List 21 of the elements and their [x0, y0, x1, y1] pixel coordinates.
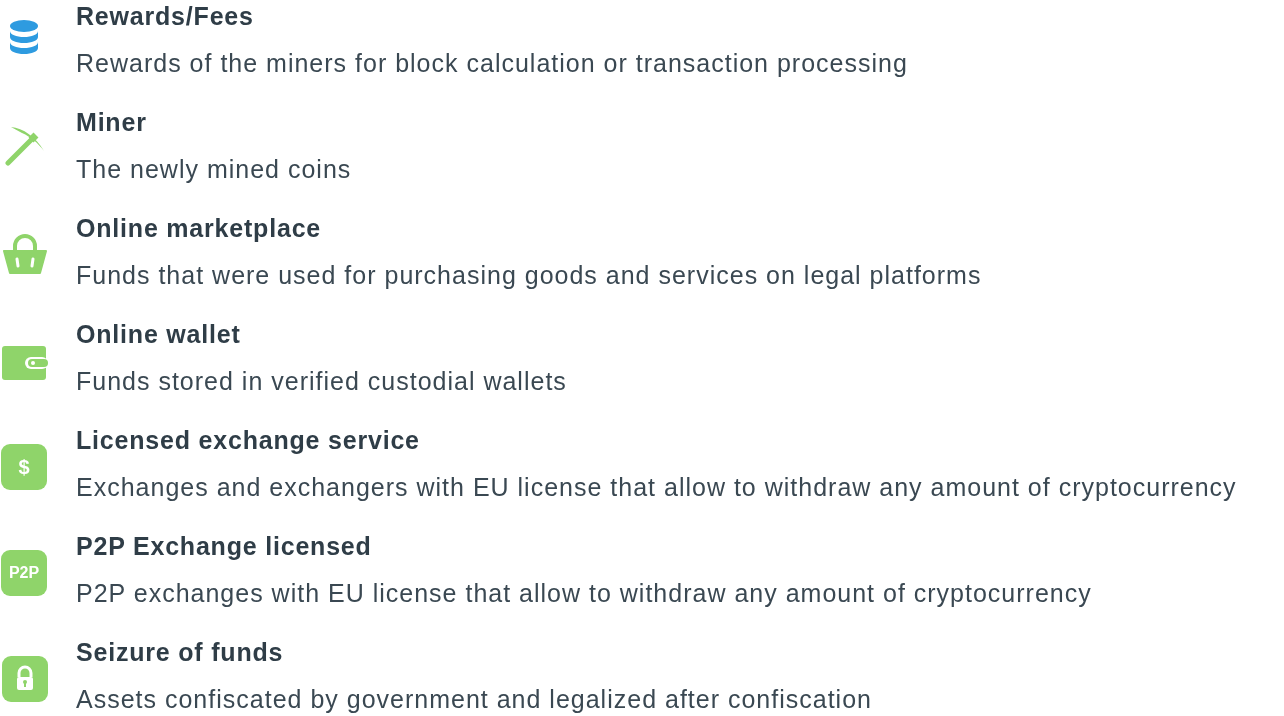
item-description: Assets confiscated by government and legalized after confiscation — [76, 684, 873, 715]
item-title: Licensed exchange service — [76, 425, 421, 456]
wallet-icon — [2, 346, 48, 380]
pickaxe-icon — [4, 126, 44, 166]
item-description: Exchanges and exchangers with EU license that allow to withdraw any amount of cryptocurrency — [76, 472, 1238, 503]
badge-icon: $ — [1, 444, 47, 490]
item-description: The newly mined coins — [76, 154, 353, 185]
item-description: Funds stored in verified custodial wallets — [76, 366, 568, 397]
item-description: P2P exchanges with EU license that allow to withdraw any amount of cryptocurrency — [76, 578, 1093, 609]
item-title: Seizure of funds — [76, 637, 285, 668]
item-description: Rewards of the miners for block calculation or transaction processing — [76, 48, 909, 79]
database-icon — [9, 20, 39, 54]
item-title: Rewards/Fees — [76, 1, 255, 32]
badge-icon: P2P — [1, 550, 47, 596]
item-title: Online wallet — [76, 319, 242, 350]
item-title: Miner — [76, 107, 148, 138]
lock-icon — [2, 656, 48, 702]
item-title: Online marketplace — [76, 213, 323, 244]
item-title: P2P Exchange licensed — [76, 531, 373, 562]
basket-icon — [2, 234, 48, 276]
item-description: Funds that were used for purchasing goods and services on legal platforms — [76, 260, 983, 291]
